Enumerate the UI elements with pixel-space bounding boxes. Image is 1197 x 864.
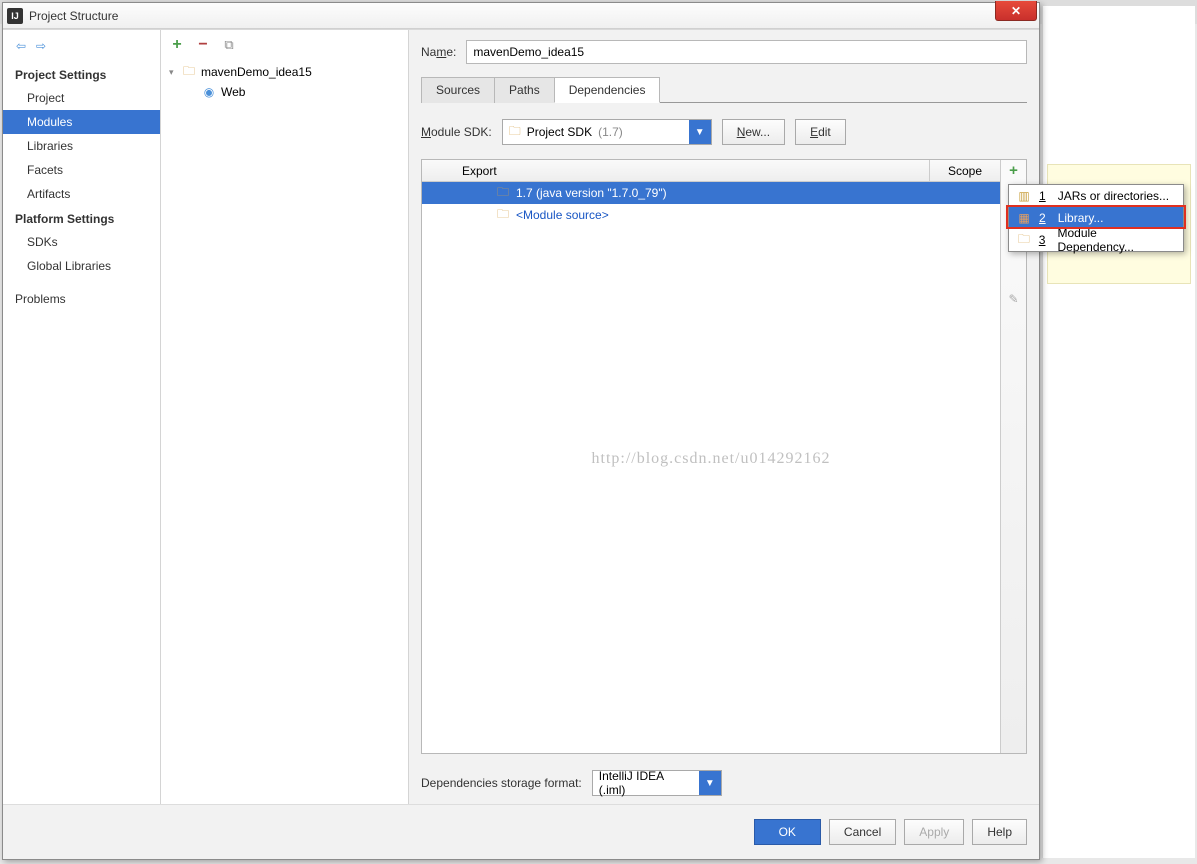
watermark-text: http://blog.csdn.net/u014292162 <box>592 450 831 468</box>
dep-row-text: <Module source> <box>516 208 609 222</box>
module-name-input[interactable] <box>466 40 1027 64</box>
popup-key: 3 <box>1039 233 1046 247</box>
web-facet-icon: ◉ <box>201 85 217 99</box>
add-module-icon[interactable]: + <box>169 37 185 53</box>
module-tree-panel: + − ⧉ ▾ 🗀 mavenDemo_idea15 ◉ Web <box>161 30 409 804</box>
dep-row-sdk[interactable]: 🗀 1.7 (java version "1.7.0_79") <box>422 182 1000 204</box>
chevron-down-icon: ▼ <box>699 771 721 795</box>
nav-forward-icon[interactable]: ⇨ <box>33 38 49 54</box>
nav-item-artifacts[interactable]: Artifacts <box>3 182 160 206</box>
folder-icon: 🗀 <box>496 205 510 226</box>
sdk-label: Module SDK: <box>421 125 492 139</box>
library-icon: ▦ <box>1017 211 1031 225</box>
module-tabs: Sources Paths Dependencies <box>421 76 1027 103</box>
chevron-down-icon: ▼ <box>689 120 711 144</box>
dep-row-text: 1.7 (java version "1.7.0_79") <box>516 186 667 200</box>
sdk-folder-icon: 🗀 <box>509 122 521 143</box>
editor-background <box>1042 6 1195 858</box>
dep-row-module-source[interactable]: 🗀 <Module source> <box>422 204 1000 226</box>
nav-item-libraries[interactable]: Libraries <box>3 134 160 158</box>
col-export[interactable]: Export <box>422 160 930 181</box>
tree-facet-row[interactable]: ◉ Web <box>165 82 404 102</box>
popup-label: Module Dependency... <box>1057 226 1175 254</box>
sdk-version: (1.7) <box>598 125 623 139</box>
nav-item-facets[interactable]: Facets <box>3 158 160 182</box>
popup-key: 2 <box>1039 211 1046 225</box>
module-folder-icon: 🗀 <box>181 65 197 79</box>
jars-icon: ▥ <box>1017 189 1031 203</box>
nav-item-problems[interactable]: Problems <box>3 286 160 310</box>
add-dependency-popup: ▥ 1 JARs or directories... ▦ 2 Library..… <box>1008 184 1184 252</box>
nav-section-platform: Platform Settings <box>3 206 160 230</box>
storage-label: Dependencies storage format: <box>421 776 582 790</box>
module-icon: 🗀 <box>1017 230 1031 251</box>
module-sdk-combo[interactable]: 🗀 Project SDK (1.7) ▼ <box>502 119 712 145</box>
dep-table-header: Export Scope <box>422 160 1000 182</box>
nav-section-project: Project Settings <box>3 62 160 86</box>
settings-sidebar: ⇦ ⇨ Project Settings Project Modules Lib… <box>3 30 161 804</box>
add-dependency-icon[interactable]: + <box>1002 160 1026 182</box>
app-icon: IJ <box>7 8 23 24</box>
cancel-button[interactable]: Cancel <box>829 819 896 845</box>
close-button[interactable]: ✕ <box>995 1 1037 21</box>
tab-dependencies[interactable]: Dependencies <box>554 77 661 103</box>
tab-sources[interactable]: Sources <box>421 77 495 103</box>
tree-collapse-icon[interactable]: ▾ <box>169 67 181 78</box>
tree-module-label: mavenDemo_idea15 <box>201 65 312 79</box>
storage-format-combo[interactable]: IntelliJ IDEA (.iml) ▼ <box>592 770 722 796</box>
tree-facet-label: Web <box>221 85 245 99</box>
tab-paths[interactable]: Paths <box>494 77 555 103</box>
edit-dependency-icon[interactable]: ✎ <box>1002 288 1026 310</box>
help-button[interactable]: Help <box>972 819 1027 845</box>
tree-module-row[interactable]: ▾ 🗀 mavenDemo_idea15 <box>165 62 404 82</box>
popup-item-module-dep[interactable]: 🗀 3 Module Dependency... <box>1009 229 1183 251</box>
col-scope[interactable]: Scope <box>930 160 1000 181</box>
popup-item-jars[interactable]: ▥ 1 JARs or directories... <box>1009 185 1183 207</box>
edit-sdk-button[interactable]: Edit <box>795 119 846 145</box>
dependencies-table: Export Scope 🗀 1.7 (java version "1.7.0_… <box>421 159 1027 754</box>
popup-key: 1 <box>1039 189 1046 203</box>
new-sdk-button[interactable]: New... <box>722 119 785 145</box>
remove-module-icon[interactable]: − <box>195 37 211 53</box>
nav-item-global-libraries[interactable]: Global Libraries <box>3 254 160 278</box>
copy-module-icon[interactable]: ⧉ <box>221 37 237 53</box>
window-title: Project Structure <box>29 9 118 23</box>
module-detail-panel: Name: Sources Paths Dependencies Module … <box>409 30 1039 804</box>
storage-value: IntelliJ IDEA (.iml) <box>599 769 693 797</box>
nav-item-modules[interactable]: Modules <box>3 110 160 134</box>
module-tree: ▾ 🗀 mavenDemo_idea15 ◉ Web <box>161 60 408 804</box>
apply-button: Apply <box>904 819 964 845</box>
ok-button[interactable]: OK <box>754 819 821 845</box>
sdk-value: Project SDK <box>527 125 592 139</box>
name-label: Name: <box>421 45 456 59</box>
nav-item-sdks[interactable]: SDKs <box>3 230 160 254</box>
popup-label: Library... <box>1058 211 1104 225</box>
nav-item-project[interactable]: Project <box>3 86 160 110</box>
popup-label: JARs or directories... <box>1058 189 1169 203</box>
nav-back-icon[interactable]: ⇦ <box>13 38 29 54</box>
dialog-body: ⇦ ⇨ Project Settings Project Modules Lib… <box>3 29 1039 804</box>
titlebar: IJ Project Structure ✕ <box>3 3 1039 29</box>
tree-toolbar: + − ⧉ <box>161 30 408 60</box>
folder-icon: 🗀 <box>496 183 510 204</box>
project-structure-dialog: IJ Project Structure ✕ ⇦ ⇨ Project Setti… <box>2 2 1040 860</box>
dialog-button-bar: OK Cancel Apply Help <box>3 804 1039 859</box>
